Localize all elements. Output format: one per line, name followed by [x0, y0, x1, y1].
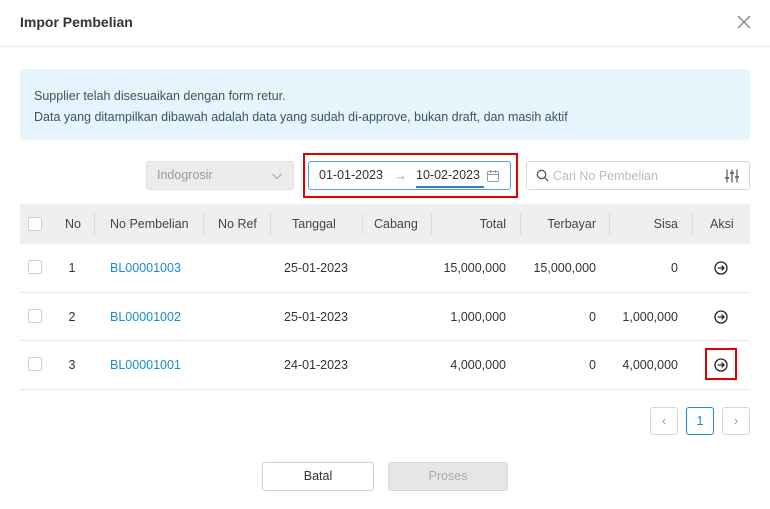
col-no-ref: No Ref	[218, 217, 257, 231]
col-tanggal: Tanggal	[292, 217, 336, 231]
close-icon[interactable]	[734, 12, 754, 32]
cancel-button[interactable]: Batal	[262, 462, 374, 491]
alert-line-1: Supplier telah disesuaikan dengan form r…	[34, 89, 286, 103]
search-input[interactable]	[553, 166, 713, 186]
date-end-active-indicator	[416, 186, 484, 188]
table-row: 3 BL00001001 24-01-2023 4,000,000 0 4,00…	[20, 341, 750, 390]
select-all-checkbox[interactable]	[28, 217, 42, 231]
cell-terbayar: 0	[589, 358, 596, 372]
col-divider	[94, 213, 95, 235]
col-total: Total	[479, 217, 506, 231]
calendar-icon[interactable]	[486, 169, 500, 183]
col-divider	[692, 213, 693, 235]
row-checkbox[interactable]	[28, 260, 42, 274]
dialog-header: Impor Pembelian	[0, 0, 770, 47]
cell-no: 3	[68, 358, 76, 372]
cell-total: 1,000,000	[450, 309, 506, 324]
table-row: 2 BL00001002 25-01-2023 1,000,000 0 1,00…	[20, 293, 750, 341]
table-row: 1 BL00001003 25-01-2023 15,000,000 15,00…	[20, 244, 750, 293]
date-end-field[interactable]: 10-02-2023	[416, 168, 480, 182]
supplier-select-value: Indogrosir	[157, 168, 213, 182]
col-divider	[270, 213, 271, 235]
pagination-page-button[interactable]: 1	[686, 407, 714, 435]
col-divider	[203, 213, 204, 235]
arrow-circle-right-icon[interactable]	[713, 309, 729, 325]
col-terbayar: Terbayar	[547, 217, 596, 231]
cell-no: 1	[68, 261, 76, 275]
col-no: No	[65, 217, 81, 231]
table-header: No No Pembelian No Ref Tanggal Cabang To…	[20, 204, 750, 244]
cell-terbayar: 15,000,000	[533, 261, 596, 275]
col-no-pembelian: No Pembelian	[110, 217, 189, 231]
col-divider	[520, 213, 521, 235]
cell-sisa: 0	[671, 261, 678, 275]
cell-total: 15,000,000	[443, 261, 506, 275]
cell-tanggal: 25-01-2023	[284, 261, 348, 275]
purchase-table: No No Pembelian No Ref Tanggal Cabang To…	[20, 204, 750, 390]
cell-sisa: 1,000,000	[622, 309, 678, 324]
process-button[interactable]: Proses	[388, 462, 508, 491]
date-start-field[interactable]: 01-01-2023	[319, 168, 383, 182]
arrow-circle-right-icon[interactable]	[713, 260, 729, 276]
row-checkbox[interactable]	[28, 308, 42, 323]
row-checkbox[interactable]	[28, 357, 42, 371]
cell-terbayar: 0	[589, 309, 596, 324]
date-range-picker[interactable]: 01-01-2023 → 10-02-2023	[308, 161, 511, 190]
search-box[interactable]	[526, 161, 750, 190]
alert-line-2: Data yang ditampilkan dibawah adalah dat…	[34, 110, 568, 124]
col-divider	[609, 213, 610, 235]
cell-total: 4,000,000	[450, 358, 506, 372]
cell-tanggal: 24-01-2023	[284, 358, 348, 372]
cell-no-pembelian-link[interactable]: BL00001002	[110, 293, 181, 341]
cell-no: 2	[68, 309, 76, 324]
col-aksi: Aksi	[710, 217, 734, 231]
chevron-down-icon	[272, 173, 282, 180]
cell-no-pembelian-link[interactable]: BL00001001	[110, 341, 181, 389]
cell-sisa: 4,000,000	[622, 358, 678, 372]
search-icon	[536, 169, 549, 182]
arrow-circle-right-icon[interactable]	[713, 357, 729, 373]
cell-tanggal: 25-01-2023	[284, 309, 348, 324]
date-range-arrow: →	[394, 168, 407, 183]
col-divider	[362, 213, 363, 235]
col-cabang: Cabang	[374, 217, 418, 231]
info-alert: Supplier telah disesuaikan dengan form r…	[20, 69, 750, 140]
col-divider	[431, 213, 432, 235]
pagination-next-button[interactable]: ›	[722, 407, 750, 435]
pagination-prev-button[interactable]: ‹	[650, 407, 678, 435]
dialog-title: Impor Pembelian	[20, 14, 133, 30]
supplier-select[interactable]: Indogrosir	[146, 161, 294, 190]
filter-icon[interactable]	[724, 168, 740, 184]
cell-no-pembelian-link[interactable]: BL00001003	[110, 244, 181, 292]
col-sisa: Sisa	[653, 217, 678, 231]
